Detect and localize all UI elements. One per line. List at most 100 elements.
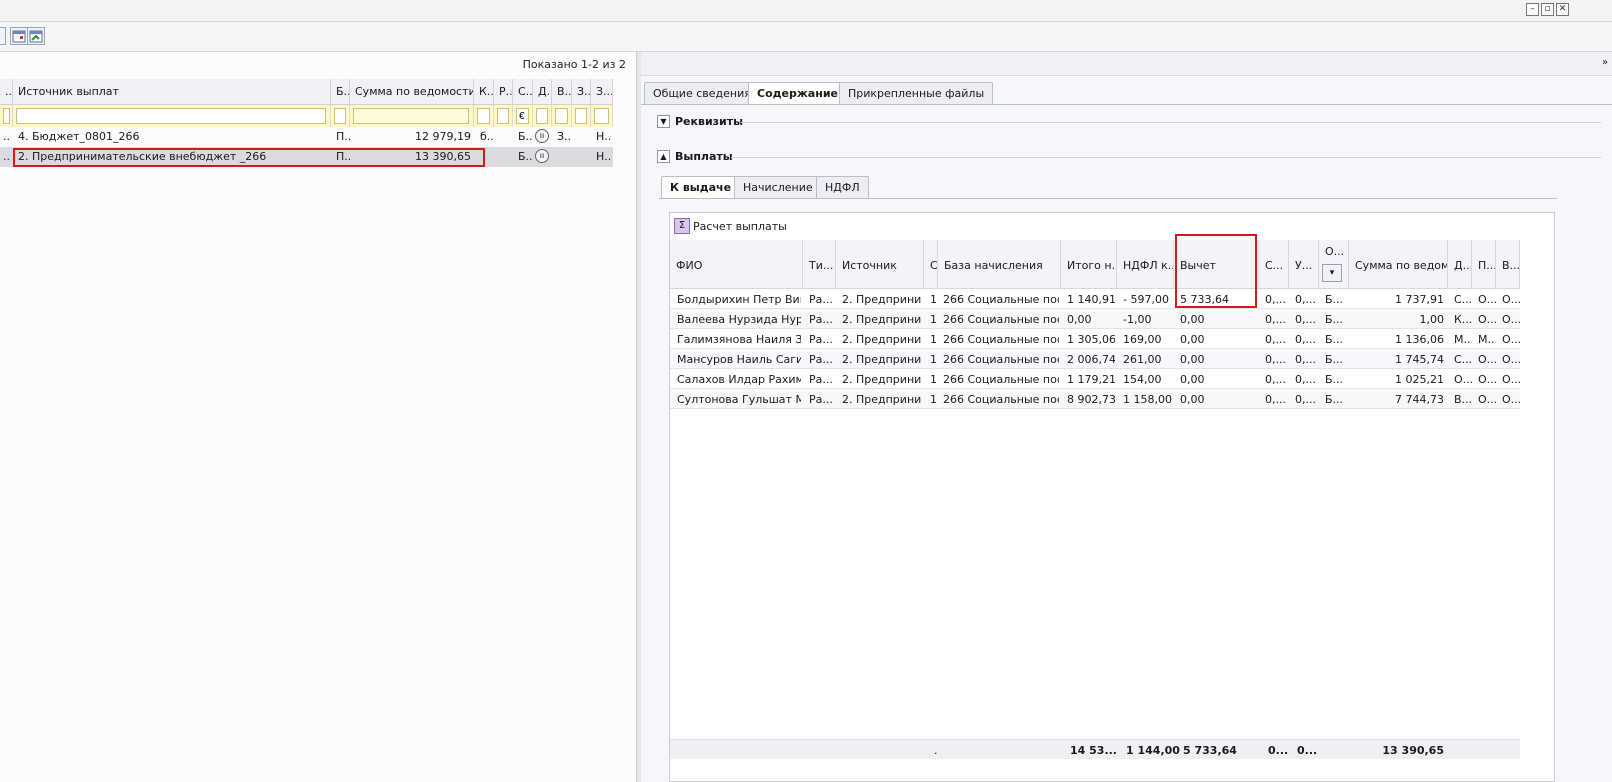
section-requisites-title: Реквизиты (675, 115, 744, 128)
minimize-icon[interactable]: – (1526, 3, 1539, 16)
col-header-sum[interactable]: Сумма по ведом... (1349, 240, 1448, 289)
cell-u: 0,... (1295, 313, 1316, 326)
cell-s2: 0,... (1265, 313, 1286, 326)
cell-d: О... (1454, 373, 1472, 386)
table-row[interactable]: Галимзянова Наиля За... Ра... 2. Предпри… (670, 329, 1520, 349)
row-b: П... (336, 130, 350, 143)
col-header-source[interactable]: Источник (836, 240, 924, 289)
expand-panel-icon[interactable]: » (1602, 57, 1612, 71)
cell-ndfl: 1 158,00 (1123, 393, 1172, 406)
close-icon[interactable]: ✕ (1556, 3, 1569, 16)
tab-content[interactable]: Содержание (748, 82, 847, 104)
col-header-s[interactable]: С... (513, 79, 533, 105)
filter-cell-s (513, 105, 533, 127)
filter-input-source[interactable] (16, 108, 326, 124)
filter-input-v[interactable] (555, 108, 568, 124)
col-header-fio[interactable]: ФИО (670, 240, 803, 289)
collapse-requisites-icon[interactable]: ▼ (657, 115, 670, 128)
filter-input-0[interactable] (3, 108, 10, 124)
col-header-z2[interactable]: З... (591, 79, 613, 105)
col-header-source[interactable]: Источник выплат (13, 79, 331, 105)
cell-type: Ра... (809, 313, 833, 326)
cell-s2: 0,... (1265, 333, 1286, 346)
filter-input-d[interactable] (536, 108, 548, 124)
cell-type: Ра... (809, 373, 833, 386)
table-row[interactable]: Мансуров Наиль Сагит... Ра... 2. Предпри… (670, 349, 1520, 369)
filter-input-sum[interactable] (353, 108, 469, 124)
cell-o: Б... (1325, 333, 1344, 346)
col-header-base[interactable]: База начисления (938, 240, 1061, 289)
row-marker: .. (3, 150, 10, 163)
subtab-ndfl[interactable]: НДФЛ (816, 176, 869, 198)
filter-input-s[interactable] (516, 108, 529, 124)
calendar-icon[interactable] (10, 27, 28, 45)
cell-u: 0,... (1295, 293, 1316, 306)
cell-o: Б... (1325, 373, 1344, 386)
col-header-u[interactable]: У... (1289, 240, 1319, 289)
pause-icon[interactable]: ıı (535, 149, 549, 163)
col-header-b[interactable]: Б... (331, 79, 350, 105)
col-header-k[interactable]: К... (474, 79, 494, 105)
restore-icon[interactable]: ▫ (1541, 3, 1554, 16)
cell-sum: 1 745,74 (1395, 353, 1444, 366)
subtab-accrual[interactable]: Начисление (734, 176, 822, 198)
refresh-calendar-icon[interactable] (27, 27, 45, 45)
cell-source: 2. Предприни... (842, 393, 922, 406)
total-itogo: 14 53... (1070, 744, 1117, 757)
cell-type: Ра... (809, 353, 833, 366)
pause-icon[interactable]: ıı (535, 129, 549, 143)
col-header-0[interactable]: .. (0, 79, 13, 105)
collapse-payments-icon[interactable]: ▲ (657, 150, 670, 163)
col-header-total[interactable]: Итого н... (1061, 240, 1117, 289)
cell-sum: 1 025,21 (1395, 373, 1444, 386)
cell-deduction: 0,00 (1180, 393, 1205, 406)
cell-o: Б... (1325, 353, 1344, 366)
cell-total: 1 140,91 (1067, 293, 1115, 306)
col-header-z1[interactable]: З... (572, 79, 591, 105)
col-header-d[interactable]: Д... (533, 79, 552, 105)
table-row[interactable]: Султонова Гульшат Ма... Ра... 2. Предпри… (670, 389, 1520, 409)
cell-fio: Валеева Нурзида Нури... (677, 313, 801, 326)
tab-general[interactable]: Общие сведения (644, 82, 760, 104)
cell-p: О... (1478, 293, 1496, 306)
filter-cell-z2 (591, 105, 613, 127)
cell-ndfl: 154,00 (1123, 373, 1162, 386)
col-header-sum[interactable]: Сумма по ведомости (350, 79, 474, 105)
section-divider (741, 122, 1601, 123)
toolbar-input-stub[interactable] (0, 27, 6, 45)
row-z2: Н... (596, 150, 612, 163)
table-row[interactable]: Салахов Илдар Рахимо... Ра... 2. Предпри… (670, 369, 1520, 389)
filter-input-r[interactable] (497, 108, 509, 124)
col-header-p[interactable]: П... (1472, 240, 1496, 289)
col-header-v[interactable]: В... (552, 79, 572, 105)
filter-input-b[interactable] (334, 108, 346, 124)
tabs-underline (641, 104, 1612, 105)
col-header-d[interactable]: Д... (1448, 240, 1472, 289)
col-header-o[interactable]: О... ▾ (1319, 240, 1349, 289)
col-header-s[interactable]: С (924, 240, 938, 289)
cell-u: 0,... (1295, 353, 1316, 366)
filter-input-z2[interactable] (594, 108, 609, 124)
table-row[interactable]: Валеева Нурзида Нури... Ра... 2. Предпри… (670, 309, 1520, 329)
records-shown-label: Показано 1-2 из 2 (522, 58, 626, 71)
tab-attached-files[interactable]: Прикрепленные файлы (839, 82, 994, 104)
col-header-ndfl[interactable]: НДФЛ к... (1117, 240, 1174, 289)
row-z2: Н... (596, 130, 612, 143)
cell-total: 1 305,06 (1067, 333, 1115, 346)
cell-total: 0,00 (1067, 313, 1092, 326)
cell-source: 2. Предприни... (842, 373, 922, 386)
cell-u: 0,... (1295, 373, 1316, 386)
table-row[interactable]: Болдырихин Петр Вик... Ра... 2. Предприн… (670, 289, 1520, 309)
col-header-r[interactable]: Р... (494, 79, 513, 105)
cell-fio: Салахов Илдар Рахимо... (677, 373, 801, 386)
col-header-type[interactable]: Ти... (803, 240, 836, 289)
chevron-down-icon[interactable]: ▾ (1322, 264, 1342, 282)
filter-input-k[interactable] (477, 108, 490, 124)
cell-deduction: 0,00 (1180, 333, 1205, 346)
filter-input-z1[interactable] (575, 108, 587, 124)
col-header-v[interactable]: В... (1496, 240, 1520, 289)
table-row[interactable]: .. 4. Бюджет_0801_266 П... 12 979,19 б..… (0, 127, 613, 147)
col-header-s2[interactable]: С... (1259, 240, 1289, 289)
subtab-to-pay[interactable]: К выдаче (661, 176, 741, 198)
cell-type: Ра... (809, 333, 833, 346)
